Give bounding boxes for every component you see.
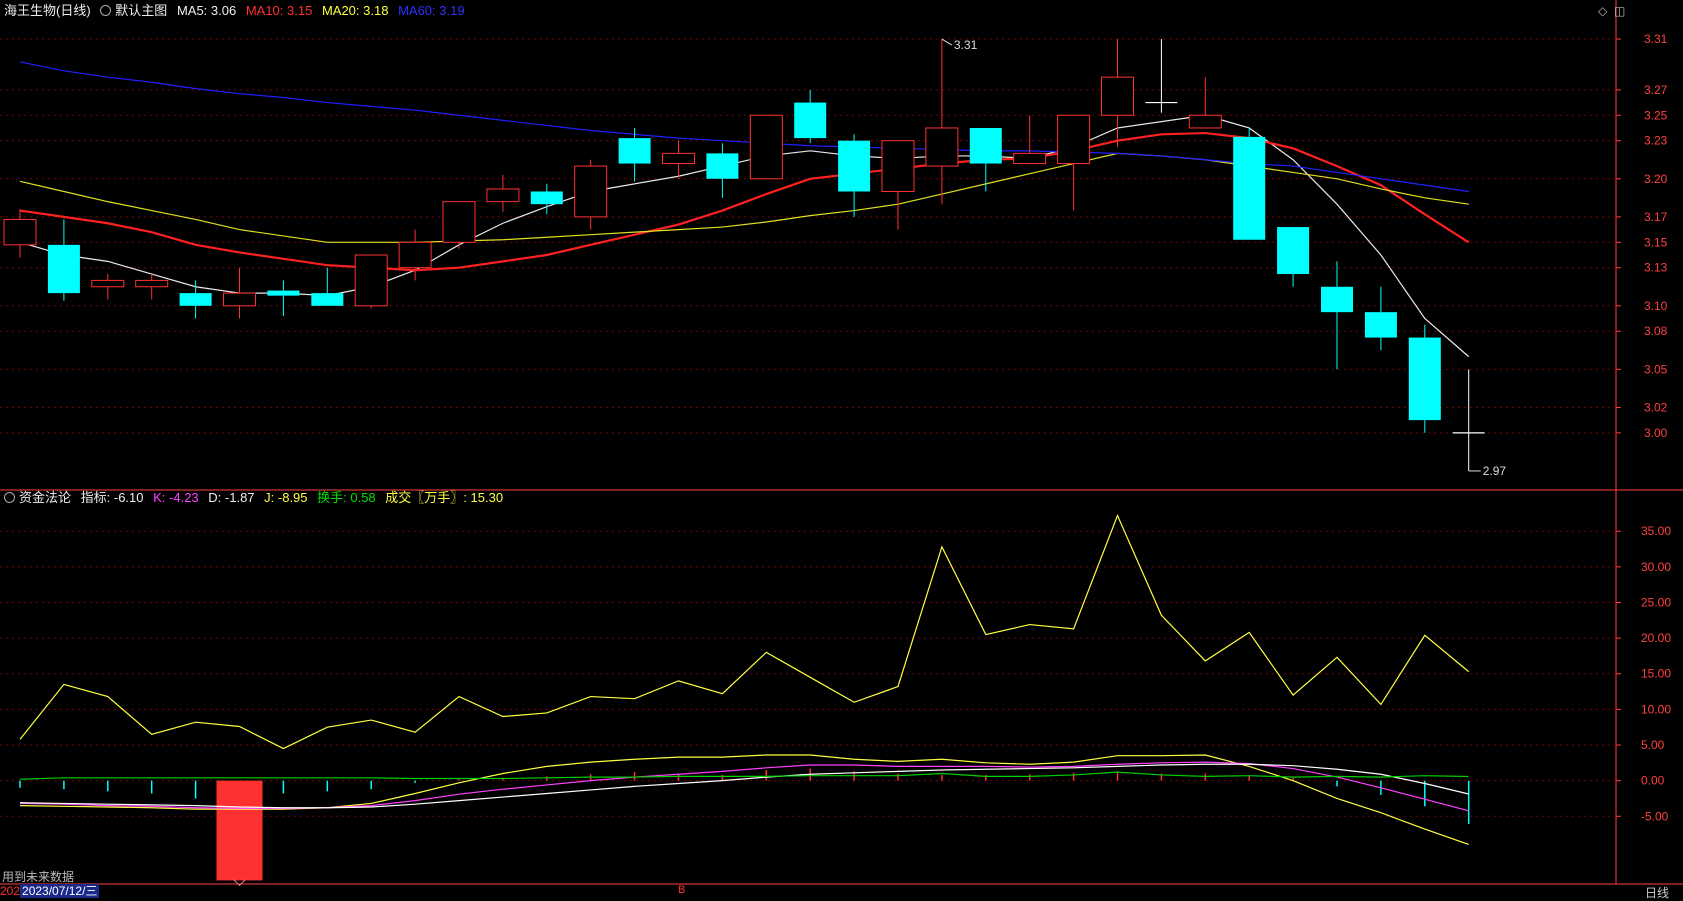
indicator-name[interactable]: 资金法论: [19, 490, 71, 505]
d-label: D: -1.87: [208, 490, 255, 505]
ma20-label: MA20: 3.18: [321, 3, 389, 18]
candle-body: [223, 292, 256, 307]
indicator-bar: [216, 780, 263, 881]
y-tick-label: 3.23: [1644, 134, 1668, 148]
candle-body: [706, 153, 739, 179]
candle-body: [1277, 227, 1310, 275]
template-label[interactable]: 默认主图: [115, 3, 167, 18]
high-pointer: [941, 38, 953, 46]
candle-body: [267, 290, 300, 296]
window-toggle-icon[interactable]: ◫: [1614, 4, 1625, 18]
y-tick-label: 3.05: [1644, 362, 1668, 376]
candle-body: [838, 140, 871, 192]
y-tick-label: 3.27: [1644, 83, 1668, 97]
candle-body: [574, 165, 608, 218]
y-tick-label: 3.25: [1644, 108, 1668, 122]
candle-body: [398, 241, 432, 269]
y-tick-label: 3.08: [1644, 324, 1668, 338]
candle-body: [1013, 152, 1047, 165]
turnover-label: 换手: 0.58: [317, 490, 376, 505]
j-label: J: -8.95: [264, 490, 308, 505]
settings-circle-icon[interactable]: [4, 492, 15, 503]
stock-name[interactable]: 海王生物(日线): [4, 3, 91, 18]
cursor-date: 2023/07/12/三: [20, 884, 100, 898]
candle-body: [354, 254, 388, 307]
y-tick-label: 30.00: [1641, 560, 1671, 574]
low-annotation: 2.97: [1483, 464, 1507, 478]
indicator-line-g: [19, 771, 1469, 780]
stock-chart[interactable]: 3.31 3.27 3.25 3.23 3.20 3.17 3.15 3.13 3.10 3.08…: [0, 0, 1683, 899]
main-chart-header: 海王生物(日线) 默认主图 MA5: 3.06 MA10: 3.15 MA20:…: [4, 3, 471, 19]
date-bar: 202 2023/07/12/三: [0, 884, 100, 899]
candle-body: [47, 244, 80, 294]
candle-body: [179, 293, 212, 306]
volume-label: 成交〖万手〗: 15.30: [385, 490, 504, 505]
diamond-icon[interactable]: ◇: [1598, 4, 1607, 18]
candle-body: [662, 152, 695, 165]
y-tick-label: 3.13: [1644, 261, 1668, 275]
candle-body: [1101, 76, 1134, 116]
candle-body: [969, 127, 1002, 164]
candle-body: [1233, 136, 1266, 240]
candle-body: [530, 191, 563, 205]
candle-body: [794, 102, 827, 139]
period-label[interactable]: 日线: [1645, 884, 1669, 901]
candle-body: [3, 218, 37, 246]
candle-body: [1188, 114, 1222, 129]
candle-body: [311, 293, 344, 306]
candle-body: [91, 279, 125, 288]
y-tick-label: 3.00: [1644, 426, 1668, 440]
ma5-label: MA5: 3.06: [176, 3, 237, 18]
candle-body: [925, 127, 959, 167]
k-label: K: -4.23: [153, 490, 199, 505]
y-tick-label: -5.00: [1641, 809, 1669, 823]
candle-body: [1057, 114, 1091, 165]
candle-body: [1408, 337, 1441, 421]
ma10-label: MA10: 3.15: [245, 3, 313, 18]
high-annotation: 3.31: [954, 38, 978, 52]
date-prefix: 202: [0, 884, 21, 898]
y-tick-label: 15.00: [1641, 667, 1671, 681]
indicator-header: 资金法论 指标: -6.10 K: -4.23 D: -1.87 J: -8.9…: [4, 490, 509, 506]
candle-body: [749, 114, 783, 180]
y-tick-label: 3.15: [1644, 235, 1668, 249]
candle-body: [1321, 286, 1353, 313]
candle-body: [442, 201, 476, 243]
y-tick-label: 3.10: [1644, 299, 1668, 313]
y-tick-label: 35.00: [1641, 524, 1671, 538]
candle-body: [1364, 312, 1397, 338]
candle-body: [486, 188, 520, 203]
ma60-label: MA60: 3.19: [398, 3, 465, 18]
buy-marker: B: [678, 884, 686, 896]
indicator-value: 指标: -6.10: [80, 490, 144, 505]
y-tick-label: 3.17: [1644, 210, 1668, 224]
settings-circle-icon[interactable]: [100, 5, 112, 16]
y-tick-label: 0.00: [1641, 774, 1665, 788]
y-tick-label: 25.00: [1641, 595, 1671, 609]
y-tick-label: 3.31: [1644, 32, 1668, 46]
candle-body: [618, 138, 651, 164]
y-tick-label: 5.00: [1641, 738, 1665, 752]
y-tick-label: 10.00: [1641, 702, 1671, 716]
indicator-line-turnover: [19, 513, 1470, 750]
y-tick-label: 20.00: [1641, 631, 1671, 645]
candle-body: [881, 140, 915, 192]
candle-body: [135, 279, 169, 288]
y-tick-label: 3.02: [1644, 400, 1668, 414]
y-tick-label: 3.20: [1644, 172, 1668, 186]
future-data-hint: 用到未来数据: [2, 870, 75, 884]
